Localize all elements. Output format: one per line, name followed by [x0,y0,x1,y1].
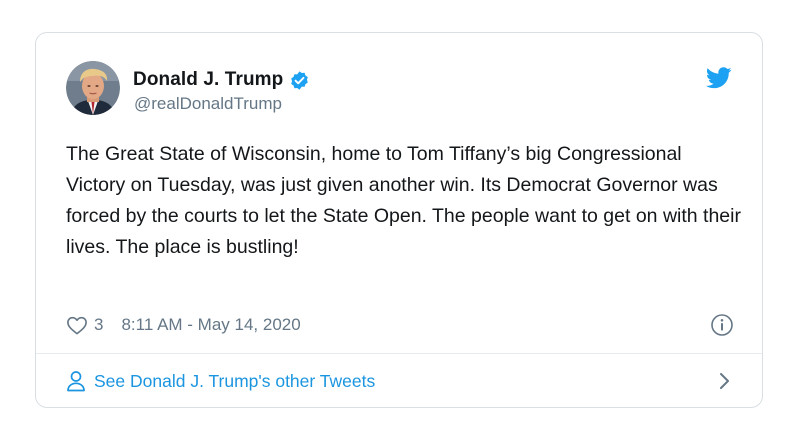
like-count: 3 [94,315,104,334]
divider [36,353,762,354]
other-tweets-label[interactable]: See Donald J. Trump's other Tweets [94,371,375,392]
chevron-right-icon[interactable] [718,371,732,391]
info-icon[interactable] [710,313,734,337]
author-row: Donald J. Trump [133,68,310,92]
verified-badge-icon [289,70,310,91]
other-tweets-link[interactable]: See Donald J. Trump's other Tweets [66,355,732,407]
tweet-text: The Great State of Wisconsin, home to To… [66,143,741,258]
profile-photo [66,61,120,115]
avatar[interactable] [66,61,120,115]
person-icon [66,370,86,392]
twitter-bird-icon[interactable] [705,67,732,89]
tweet-meta: 3 8:11 AM - May 14, 2020 [66,313,301,337]
tweet-timestamp[interactable]: 8:11 AM - May 14, 2020 [121,315,300,335]
author-handle[interactable]: @realDonaldTrump [134,94,282,114]
tweet-card: Donald J. Trump @realDonaldTrump The Gre… [35,32,763,408]
author-name[interactable]: Donald J. Trump [133,69,283,91]
heart-icon[interactable] [66,315,88,335]
